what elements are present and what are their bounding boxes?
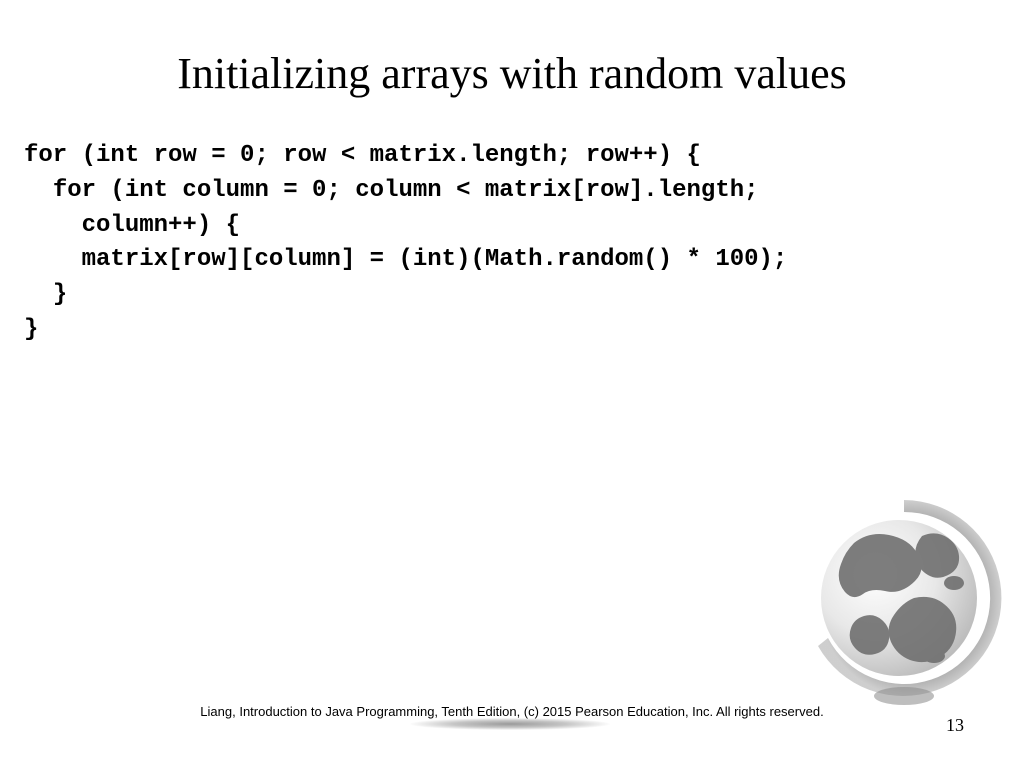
globe-icon bbox=[794, 488, 1014, 708]
page-number: 13 bbox=[946, 715, 964, 736]
footer-text: Liang, Introduction to Java Programming,… bbox=[0, 704, 1024, 720]
slide-title: Initializing arrays with random values bbox=[0, 0, 1024, 139]
code-block: for (int row = 0; row < matrix.length; r… bbox=[0, 139, 1024, 348]
footer-area: Liang, Introduction to Java Programming,… bbox=[0, 704, 1024, 744]
